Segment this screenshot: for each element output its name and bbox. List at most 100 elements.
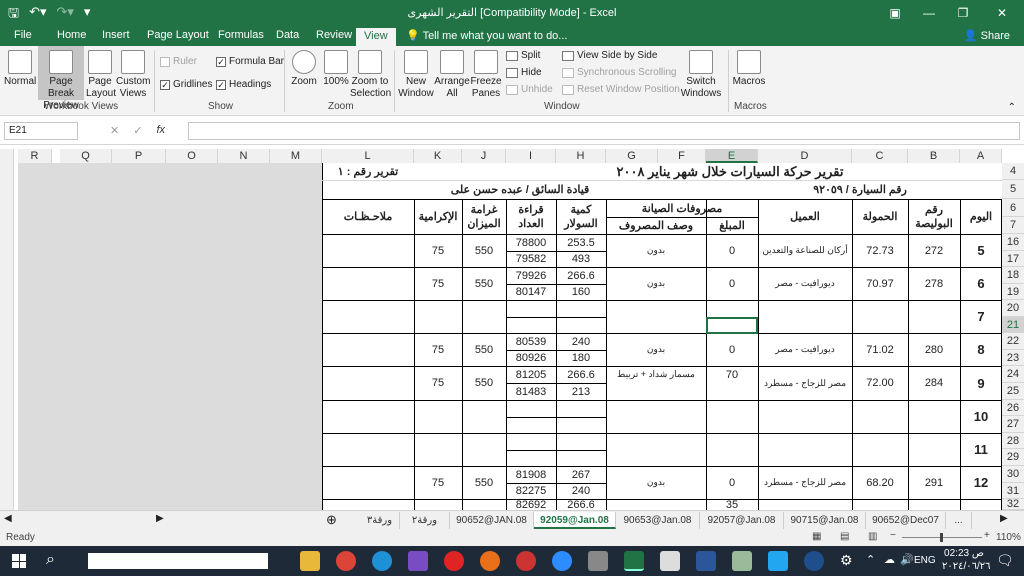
description-cell[interactable]: بدون xyxy=(606,234,706,267)
column-header-h[interactable]: H xyxy=(556,149,606,163)
meter-cell[interactable]: 80539 xyxy=(506,333,556,350)
row-header-29[interactable]: 29 xyxy=(1002,449,1024,466)
meter-cell[interactable] xyxy=(506,450,556,466)
day-cell[interactable]: 10 xyxy=(960,400,1002,433)
page-layout-icon[interactable]: ▤ xyxy=(840,531,849,542)
description-cell[interactable]: بدون xyxy=(606,267,706,300)
day-cell[interactable]: 8 xyxy=(960,333,1002,366)
excel-icon[interactable] xyxy=(624,551,644,571)
collapse-ribbon-icon[interactable]: ⌃ xyxy=(1008,102,1016,113)
opera-icon[interactable] xyxy=(444,551,464,571)
diesel-cell[interactable]: 180 xyxy=(556,350,606,366)
load-cell[interactable]: 72.00 xyxy=(852,366,908,400)
zoom-slider-thumb[interactable] xyxy=(940,533,943,542)
zoom-100-button[interactable]: 100% xyxy=(322,50,350,88)
scale-cell[interactable]: 550 xyxy=(462,234,506,267)
macros-button[interactable]: Macros xyxy=(732,50,766,88)
description-cell[interactable]: مسمار شداد + تربيط xyxy=(606,366,706,383)
day-cell[interactable]: 12 xyxy=(960,466,1002,499)
row-header-16[interactable]: 16 xyxy=(1002,234,1024,251)
windows-start-icon[interactable] xyxy=(12,554,26,568)
client-cell[interactable] xyxy=(758,400,852,433)
column-header-a[interactable]: A xyxy=(960,149,1002,163)
amount-cell[interactable]: 70 xyxy=(706,366,758,383)
day-cell[interactable]: 11 xyxy=(960,433,1002,466)
notifications-icon[interactable]: 🗨 xyxy=(996,552,1014,569)
sheet-tab[interactable]: 92057@Jan.08 xyxy=(700,512,784,529)
column-header-g[interactable]: G xyxy=(606,149,658,163)
description-cell[interactable]: بدون xyxy=(606,333,706,366)
scale-cell[interactable] xyxy=(462,433,506,466)
formula-bar-checkbox[interactable]: ✓ Formula Bar xyxy=(216,56,284,67)
hide-button[interactable]: Hide xyxy=(506,67,542,78)
page-break-icon[interactable]: ▥ xyxy=(868,531,877,542)
diesel-cell[interactable]: 160 xyxy=(556,284,606,300)
language-indicator[interactable]: ENG xyxy=(914,555,936,566)
sheet-tab[interactable]: 92059@Jan.08 xyxy=(534,512,616,529)
minimize-button[interactable]: — xyxy=(912,0,946,26)
header-day[interactable]: اليوم xyxy=(960,200,1002,234)
selected-cell-e21[interactable] xyxy=(706,317,758,334)
reset-window-position-button[interactable]: Reset Window Position xyxy=(562,84,680,95)
meter-cell[interactable]: 82692 xyxy=(506,499,556,510)
report-number[interactable]: تقرير رقم : ١ xyxy=(324,163,412,180)
header-load[interactable]: الحمولة xyxy=(852,200,908,234)
zoom-to-selection-button[interactable]: Zoom to Selection xyxy=(350,50,391,100)
scale-cell[interactable] xyxy=(462,300,506,333)
synchronous-scrolling-button[interactable]: Synchronous Scrolling xyxy=(562,67,677,78)
switch-windows-button[interactable]: Switch Windows xyxy=(678,50,724,100)
share-button[interactable]: 👤 Share xyxy=(964,29,1010,42)
diesel-cell[interactable]: 267 xyxy=(556,466,606,483)
tab-review[interactable]: Review xyxy=(316,29,352,41)
column-header-c[interactable]: C xyxy=(852,149,908,163)
new-window-button[interactable]: New Window xyxy=(398,50,434,100)
amount-cell[interactable]: 0 xyxy=(706,466,758,499)
load-cell[interactable]: 70.97 xyxy=(852,267,908,300)
load-cell[interactable] xyxy=(852,400,908,433)
meter-cell[interactable]: 80147 xyxy=(506,284,556,300)
car-number[interactable]: رقم السيارة / ٩٢٠٥٩ xyxy=(760,180,960,199)
sheet-tab[interactable]: ... xyxy=(946,512,972,529)
load-cell[interactable] xyxy=(852,433,908,466)
header-amount[interactable]: المبلغ xyxy=(706,217,758,234)
column-header-q[interactable]: Q xyxy=(60,149,112,163)
report-title[interactable]: تقرير حركة السيارات خلال شهر يناير ٢٠٠٨ xyxy=(460,163,1000,180)
zoom-level[interactable]: 110% xyxy=(996,532,1021,543)
tip-cell[interactable] xyxy=(414,300,462,333)
app-icon[interactable] xyxy=(588,551,608,571)
page-layout-view-button[interactable]: Page Layout xyxy=(86,50,116,100)
worksheet-grid[interactable]: RQPONMLKJIHGFEDCBA 4 5 6 7 16 17 18 19 20 21 22 23 2… xyxy=(0,146,1024,510)
amount-cell[interactable] xyxy=(706,433,758,466)
tip-cell[interactable]: 75 xyxy=(414,466,462,499)
client-cell[interactable]: أركان للصناعة والتعدين xyxy=(758,234,852,267)
load-cell[interactable]: 68.20 xyxy=(852,466,908,499)
row-header-7[interactable]: 7 xyxy=(1002,217,1024,234)
policy-cell[interactable]: 272 xyxy=(908,234,960,267)
client-cell[interactable]: ديورافيت - مصر xyxy=(758,333,852,366)
diesel-cell[interactable]: 213 xyxy=(556,383,606,400)
tip-cell[interactable]: 75 xyxy=(414,333,462,366)
tab-page-layout[interactable]: Page Layout xyxy=(147,29,209,41)
meter-cell[interactable]: 79582 xyxy=(506,251,556,267)
row-header-5[interactable]: 5 xyxy=(1002,180,1024,199)
app-icon[interactable] xyxy=(516,551,536,571)
diesel-cell[interactable] xyxy=(556,417,606,433)
cancel-icon[interactable]: ✕ xyxy=(110,124,119,137)
meter-cell[interactable] xyxy=(506,400,556,417)
tip-cell[interactable] xyxy=(414,400,462,433)
file-explorer-icon[interactable] xyxy=(300,551,320,571)
zoom-in-icon[interactable]: + xyxy=(984,530,990,541)
normal-view-icon[interactable]: ▦ xyxy=(812,531,821,542)
row-header-28[interactable]: 28 xyxy=(1002,433,1024,449)
description-cell[interactable]: بدون xyxy=(606,466,706,499)
close-button[interactable]: ✕ xyxy=(980,0,1024,26)
header-notes[interactable]: ملاحـظـات xyxy=(322,200,414,234)
meter-cell[interactable]: 81483 xyxy=(506,383,556,400)
meter-cell[interactable]: 81908 xyxy=(506,466,556,483)
meter-cell[interactable]: 81205 xyxy=(506,366,556,383)
app-icon[interactable] xyxy=(732,551,752,571)
row-header-23[interactable]: 23 xyxy=(1002,350,1024,366)
clock-date[interactable]: ٢٠٢٤/٠٦/٢٦ xyxy=(942,561,991,572)
sheet-scroll-right-icon[interactable]: ▶ xyxy=(1000,513,1008,524)
row-header-24[interactable]: 24 xyxy=(1002,366,1024,383)
